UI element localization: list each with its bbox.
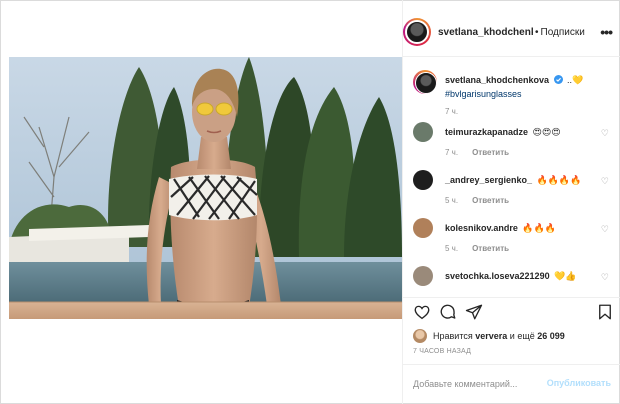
- bookmark-icon[interactable]: [596, 303, 616, 323]
- comment-avatar[interactable]: [413, 170, 433, 190]
- header-divider: [403, 56, 620, 57]
- comment-username[interactable]: _andrey_sergienko_: [445, 175, 532, 185]
- heart-outline-icon[interactable]: [413, 303, 433, 323]
- comment-username[interactable]: svetochka.loseva221290: [445, 271, 550, 281]
- comment-avatar[interactable]: [413, 266, 433, 286]
- comments-list: svetlana_khodchenkova ..💛 #bvlgarisungla…: [403, 60, 620, 300]
- post-photo[interactable]: [9, 57, 402, 319]
- comment-bubble-icon[interactable]: [439, 303, 459, 323]
- comment-meta: 7 ч. Ответить: [445, 148, 605, 157]
- publish-button[interactable]: Опубликовать: [547, 378, 611, 388]
- comment-text: 🔥🔥🔥: [522, 223, 556, 233]
- comment-text: 💛👍: [554, 271, 577, 281]
- caption-username[interactable]: svetlana_khodchenkova: [445, 75, 549, 85]
- caption-hashtag[interactable]: #bvlgarisunglasses: [445, 89, 605, 99]
- caption-meta: 7 ч.: [445, 107, 605, 116]
- more-options-icon[interactable]: •••: [600, 24, 613, 40]
- following-button[interactable]: Подписки: [541, 27, 585, 38]
- comment-username[interactable]: kolesnikov.andre: [445, 223, 518, 233]
- comment-text: 🔥🔥🔥🔥: [536, 175, 582, 185]
- comment-meta: 5 ч. Ответить: [445, 244, 605, 253]
- comment-time: 5 ч.: [445, 244, 459, 253]
- liker-avatar[interactable]: [413, 329, 427, 343]
- liker-username[interactable]: ververa: [475, 331, 507, 341]
- caption-avatar[interactable]: [413, 70, 437, 94]
- header-separator: •: [535, 26, 539, 38]
- likes-summary: Нравится ververa и ещё 26 099: [413, 329, 613, 343]
- author-avatar[interactable]: [403, 18, 431, 46]
- comment-avatar[interactable]: [413, 218, 433, 238]
- verified-badge-icon: [553, 70, 567, 87]
- comment-text: 😍😍😍: [532, 127, 561, 137]
- reply-button[interactable]: Ответить: [472, 244, 509, 253]
- comment-time: 7 ч.: [445, 148, 459, 157]
- caption-time: 7 ч.: [445, 107, 459, 116]
- likes-count[interactable]: 26 099: [537, 331, 565, 341]
- comment-username[interactable]: teimurazkapanadze: [445, 127, 528, 137]
- actions-divider: [403, 297, 620, 298]
- comment-like-heart-icon[interactable]: ♡: [601, 128, 609, 139]
- post-timestamp[interactable]: 7 ЧАСОВ НАЗАД: [413, 348, 471, 355]
- comment-time: 5 ч.: [445, 196, 459, 205]
- reply-button[interactable]: Ответить: [472, 196, 509, 205]
- author-username[interactable]: svetlana_khodchenkov: [438, 27, 533, 38]
- likes-prefix: Нравится: [433, 331, 473, 341]
- post-header: svetlana_khodchenkov • Подписки •••: [403, 10, 620, 54]
- comment-avatar[interactable]: [413, 122, 433, 142]
- paper-plane-icon[interactable]: [465, 303, 485, 323]
- reply-button[interactable]: Ответить: [472, 148, 509, 157]
- add-comment-bar: Опубликовать: [403, 365, 620, 403]
- caption-text: ..💛: [566, 75, 584, 85]
- comment-meta: 5 ч. Ответить: [445, 196, 605, 205]
- comment-like-heart-icon[interactable]: ♡: [601, 272, 609, 283]
- post-image: [9, 57, 402, 319]
- comment-like-heart-icon[interactable]: ♡: [601, 176, 609, 187]
- comment-input[interactable]: [413, 379, 543, 389]
- post-actions: [403, 303, 620, 325]
- comment-like-heart-icon[interactable]: ♡: [601, 224, 609, 235]
- likes-suffix: и ещё: [509, 331, 535, 341]
